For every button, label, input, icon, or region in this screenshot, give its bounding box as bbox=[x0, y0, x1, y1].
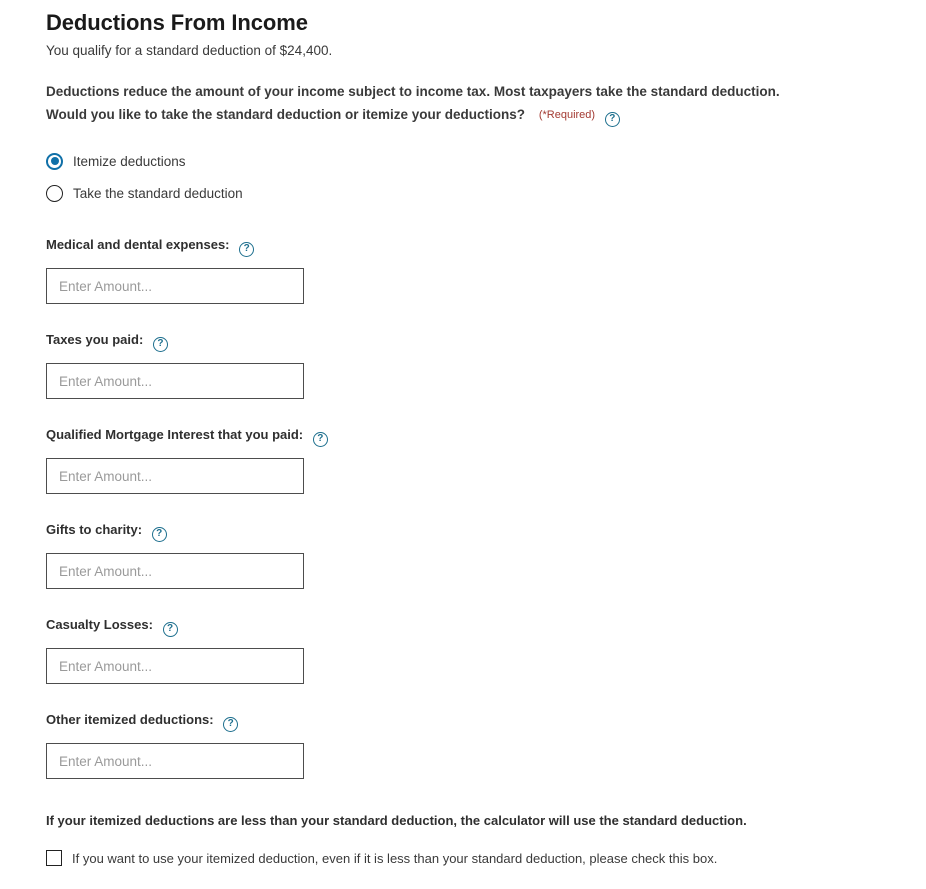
field-qualified-mortgage-interest: Qualified Mortgage Interest that you pai… bbox=[46, 427, 926, 495]
required-indicator: (*Required) bbox=[538, 109, 596, 122]
deductions-form-page: Deductions From Income You qualify for a… bbox=[0, 0, 926, 867]
field-label-medical-and-dental-expenses: Medical and dental expenses: bbox=[46, 237, 230, 253]
field-label-gifts-to-charity: Gifts to charity: bbox=[46, 522, 143, 538]
intro-line-2: Would you like to take the standard dedu… bbox=[46, 107, 526, 123]
radio-icon-unselected[interactable] bbox=[46, 184, 63, 202]
field-label-wrapper: Other itemized deductions: ? bbox=[46, 712, 926, 733]
help-circle-icon-taxes-you-paid[interactable]: ? bbox=[152, 337, 168, 353]
input-taxes-you-paid[interactable] bbox=[46, 363, 304, 400]
field-label-taxes-you-paid: Taxes you paid: bbox=[46, 332, 144, 348]
radio-label-itemize-deductions: Itemize deductions bbox=[73, 153, 186, 169]
field-taxes-you-paid: Taxes you paid: ? bbox=[46, 332, 926, 400]
field-other-itemized-deductions: Other itemized deductions: ? bbox=[46, 712, 926, 780]
field-label-wrapper: Taxes you paid: ? bbox=[46, 332, 926, 353]
page-title: Deductions From Income bbox=[46, 10, 308, 35]
input-gifts-to-charity[interactable] bbox=[46, 553, 304, 590]
field-label-qualified-mortgage-interest: Qualified Mortgage Interest that you pai… bbox=[46, 427, 304, 443]
intro-line-2-wrapper: Would you like to take the standard dedu… bbox=[46, 103, 926, 128]
help-circle-icon-medical-and-dental-expenses[interactable]: ? bbox=[239, 242, 255, 258]
field-gifts-to-charity: Gifts to charity: ? bbox=[46, 522, 926, 590]
field-label-casualty-losses: Casualty Losses: bbox=[46, 617, 153, 633]
input-qualified-mortgage-interest[interactable] bbox=[46, 458, 304, 495]
field-label-wrapper: Casualty Losses: ? bbox=[46, 617, 926, 638]
field-label-wrapper: Qualified Mortgage Interest that you pai… bbox=[46, 427, 926, 448]
radio-icon-selected[interactable] bbox=[46, 152, 63, 170]
deduction-choice-radio-group: Itemize deductions Take the standard ded… bbox=[46, 145, 926, 209]
input-medical-and-dental-expenses[interactable] bbox=[46, 268, 304, 305]
radio-option-itemize-deductions[interactable]: Itemize deductions bbox=[46, 145, 926, 177]
radio-option-standard-deduction[interactable]: Take the standard deduction bbox=[46, 177, 926, 209]
intro-line-1: Deductions reduce the amount of your inc… bbox=[46, 84, 780, 99]
radio-label-standard-deduction: Take the standard deduction bbox=[73, 185, 243, 201]
field-label-other-itemized-deductions: Other itemized deductions: bbox=[46, 712, 214, 728]
help-circle-icon-qualified-mortgage-interest[interactable]: ? bbox=[312, 432, 328, 448]
field-label-wrapper: Medical and dental expenses: ? bbox=[46, 237, 926, 258]
help-circle-icon-casualty-losses[interactable]: ? bbox=[162, 622, 178, 638]
checkbox-label-use-itemized-deduction: If you want to use your itemized deducti… bbox=[72, 850, 718, 866]
standard-deduction-summary: You qualify for a standard deduction of … bbox=[46, 43, 333, 58]
field-casualty-losses: Casualty Losses: ? bbox=[46, 617, 926, 685]
help-circle-icon-other-itemized-deductions[interactable]: ? bbox=[223, 717, 239, 733]
input-casualty-losses[interactable] bbox=[46, 648, 304, 685]
input-other-itemized-deductions[interactable] bbox=[46, 743, 304, 780]
itemized-vs-standard-note: If your itemized deductions are less tha… bbox=[46, 813, 747, 829]
intro-block: Deductions reduce the amount of your inc… bbox=[46, 80, 926, 128]
field-label-wrapper: Gifts to charity: ? bbox=[46, 522, 926, 543]
use-itemized-deduction-checkbox-row[interactable]: If you want to use your itemized deducti… bbox=[46, 850, 926, 867]
help-circle-icon-deduction-choice[interactable]: ? bbox=[604, 112, 620, 128]
field-medical-and-dental-expenses: Medical and dental expenses: ? bbox=[46, 237, 926, 305]
checkbox-icon-use-itemized-deduction[interactable] bbox=[46, 850, 62, 867]
help-circle-icon-gifts-to-charity[interactable]: ? bbox=[151, 527, 167, 543]
